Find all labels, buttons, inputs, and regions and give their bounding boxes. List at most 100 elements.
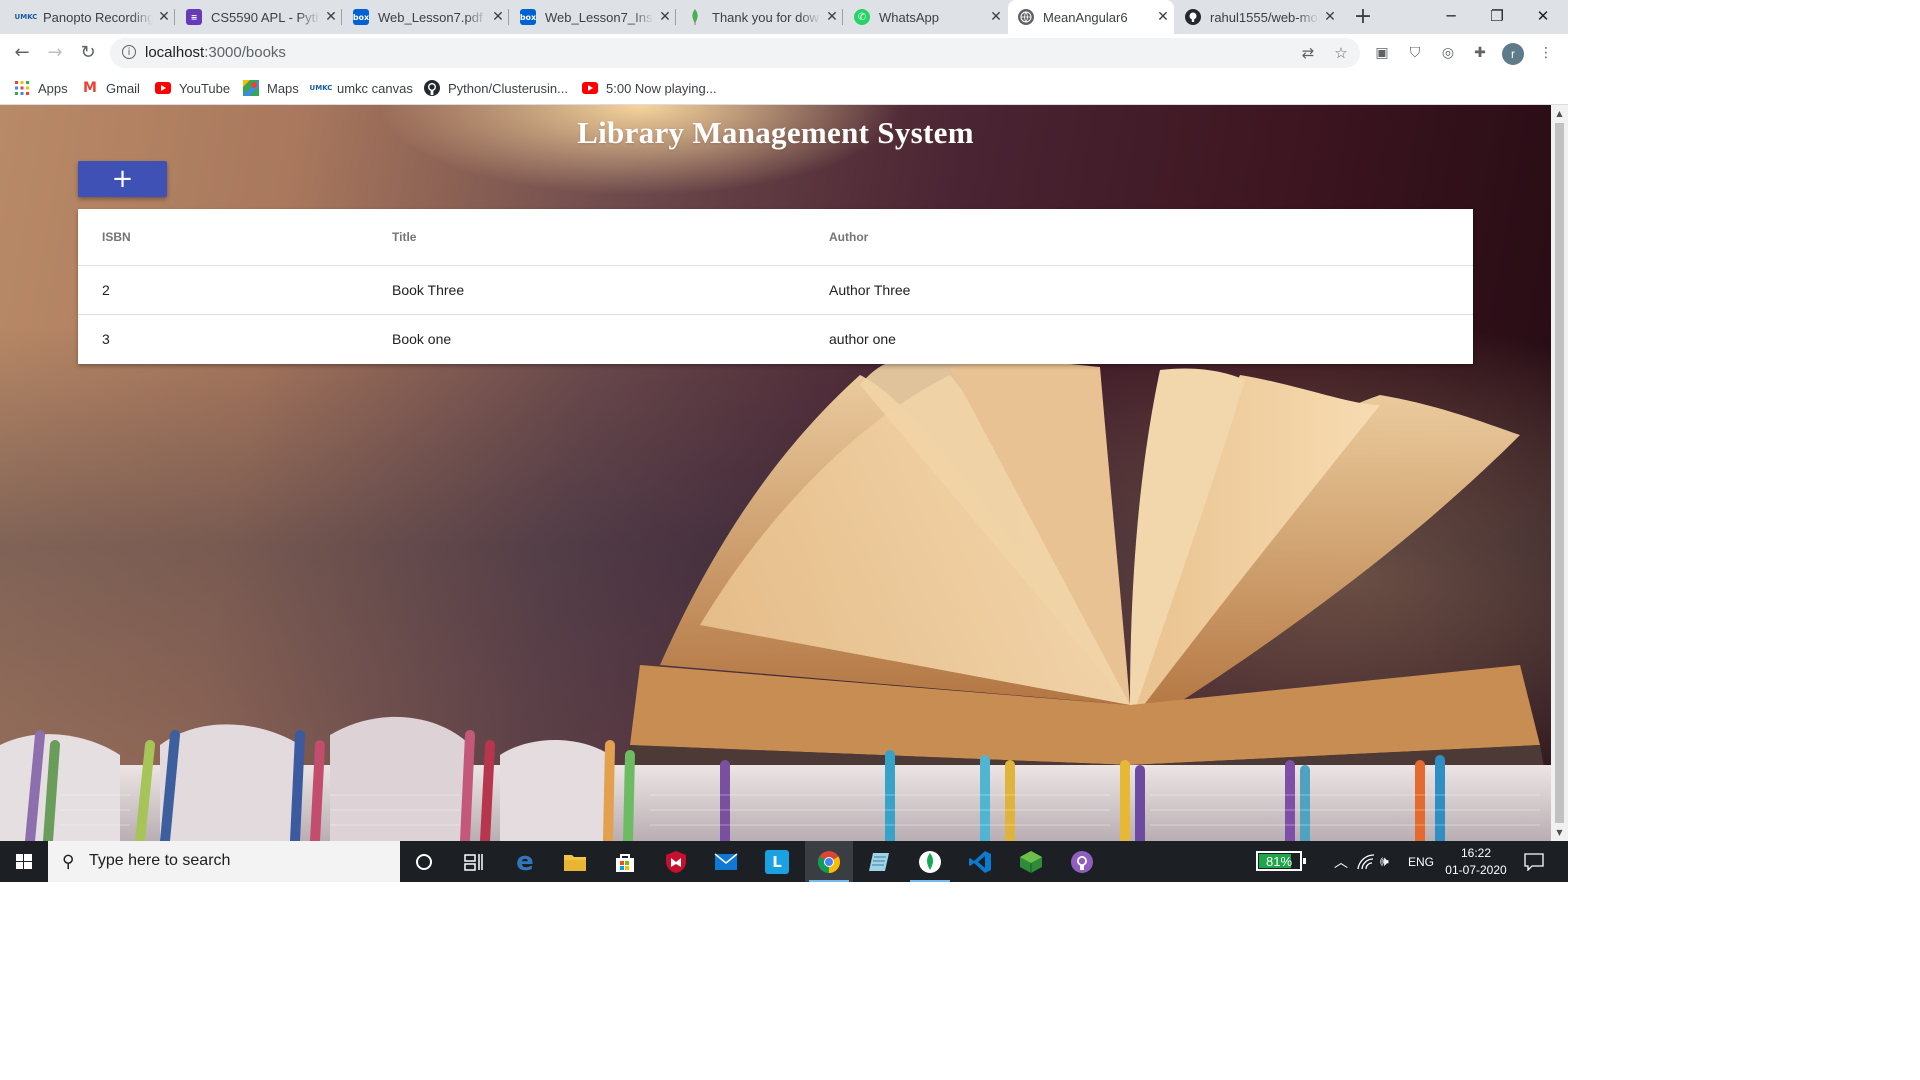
cell-isbn: 3 (102, 331, 110, 347)
url-text[interactable]: localhost:3000/books (145, 44, 286, 61)
tab-mongodb[interactable]: Thank you for dow ✕ (677, 0, 843, 34)
windows-logo-icon (16, 854, 32, 869)
cell-isbn: 2 (102, 282, 110, 298)
green-cube-icon (1020, 850, 1042, 873)
volume-speaker-icon[interactable]: 🕪 (1380, 841, 1389, 882)
close-tab-icon[interactable]: ✕ (1319, 9, 1341, 25)
page-scrollbar[interactable]: ▲ ▼ (1551, 105, 1568, 841)
bookmark-maps[interactable]: Maps (243, 78, 299, 98)
tab-cs5590[interactable]: ≡ CS5590 APL - Pyth ✕ (176, 0, 342, 34)
clock-time: 16:22 (1460, 846, 1492, 860)
close-tab-icon[interactable]: ✕ (821, 9, 843, 25)
browser-toolbar: ← → ↻ i localhost:3000/books ⇄ ☆ ▣ ⛉ ◎ ✚… (0, 34, 1568, 72)
umkc-icon: UMKC (14, 13, 38, 21)
mcafee-app[interactable] (652, 841, 700, 882)
task-view-button[interactable] (450, 841, 498, 882)
profile-avatar[interactable]: r (1502, 43, 1524, 65)
task-view-icon (464, 853, 483, 871)
action-center-notification-icon[interactable] (1524, 841, 1544, 882)
apps-grid-icon (14, 80, 30, 96)
vscode-app[interactable] (956, 841, 1004, 882)
tab-web-lesson7-pdf[interactable]: box Web_Lesson7.pdf | ✕ (343, 0, 509, 34)
add-book-button[interactable]: + (78, 161, 167, 197)
column-header-title[interactable]: Title (392, 230, 416, 244)
close-tab-icon[interactable]: ✕ (1152, 9, 1174, 25)
address-bar[interactable]: i localhost:3000/books ⇄ ☆ (110, 38, 1360, 68)
shield-icon[interactable]: ⛉ (1406, 44, 1424, 62)
column-header-isbn[interactable]: ISBN (102, 230, 131, 244)
close-tab-icon[interactable]: ✕ (985, 9, 1007, 25)
notepad-app[interactable] (855, 841, 903, 882)
forward-button[interactable]: → (40, 38, 70, 68)
edge-app[interactable]: e (501, 841, 549, 882)
bookmark-label: 5:00 Now playing... (606, 80, 717, 96)
bookmark-umkc-canvas[interactable]: UMKC umkc canvas (310, 78, 413, 98)
scroll-down-arrow-icon[interactable]: ▼ (1551, 824, 1568, 841)
scroll-up-arrow-icon[interactable]: ▲ (1551, 105, 1568, 122)
close-tab-icon[interactable]: ✕ (153, 9, 175, 25)
extension-circle-icon[interactable]: ◎ (1439, 44, 1457, 62)
bookmark-star-icon[interactable]: ☆ (1332, 44, 1350, 62)
page-viewport: Library Management System + ISBN Title A… (0, 105, 1551, 841)
extension-page-icon[interactable]: ▣ (1373, 44, 1391, 62)
close-tab-icon[interactable]: ✕ (320, 9, 342, 25)
site-info-icon[interactable]: i (122, 45, 136, 59)
table-row[interactable]: 3 Book one author one (78, 315, 1473, 364)
taskbar-search-box[interactable]: ⚲ Type here to search (48, 841, 400, 882)
bookmark-gmail[interactable]: M Gmail (82, 78, 140, 98)
close-tab-icon[interactable]: ✕ (487, 9, 509, 25)
network-wifi-icon[interactable] (1357, 841, 1375, 882)
cube-app[interactable] (1007, 841, 1055, 882)
url-path: :3000/books (204, 44, 286, 61)
search-placeholder: Type here to search (89, 852, 231, 869)
table-row[interactable]: 2 Book Three Author Three (78, 266, 1473, 315)
table-header-row: ISBN Title Author (78, 209, 1473, 266)
menu-kebab-icon[interactable]: ⋮ (1537, 44, 1555, 62)
file-explorer-app[interactable] (551, 841, 599, 882)
folder-icon (564, 854, 586, 871)
cortana-button[interactable] (400, 841, 448, 882)
extensions-puzzle-icon[interactable]: ✚ (1471, 44, 1489, 62)
battery-indicator[interactable]: 81% (1256, 851, 1306, 871)
bookmark-label: Gmail (106, 80, 140, 96)
column-header-author[interactable]: Author (829, 230, 868, 244)
back-button[interactable]: ← (7, 38, 37, 68)
tab-title: WhatsApp (879, 9, 939, 25)
cell-title: Book Three (392, 282, 465, 298)
bookmark-label: YouTube (179, 80, 231, 96)
scrollbar-thumb[interactable] (1555, 123, 1564, 823)
bookmark-youtube[interactable]: YouTube (155, 78, 230, 98)
notepad-icon (869, 852, 889, 871)
show-hidden-icons-chevron-icon[interactable]: ︿ (1333, 841, 1349, 882)
close-window-button[interactable]: ✕ (1520, 0, 1566, 34)
tab-panopto[interactable]: UMKC Panopto Recording ✕ (8, 0, 175, 34)
mcafee-shield-icon (666, 850, 686, 873)
tab-title: Web_Lesson7_Inst (545, 9, 654, 25)
start-button[interactable] (0, 841, 48, 882)
chrome-app[interactable] (805, 841, 853, 882)
lync-app[interactable]: L (753, 841, 801, 882)
system-clock[interactable]: 16:22 01-07-2020 (1438, 845, 1514, 879)
battery-nub (1303, 858, 1306, 864)
github-icon (1185, 9, 1201, 25)
close-tab-icon[interactable]: ✕ (654, 9, 676, 25)
mail-app[interactable] (702, 841, 750, 882)
whatsapp-icon: ✆ (854, 9, 870, 25)
reload-button[interactable]: ↻ (73, 38, 103, 68)
bookmark-now-playing[interactable]: 5:00 Now playing... (582, 78, 717, 98)
tab-meanangular6[interactable]: MeanAngular6 ✕ (1008, 0, 1174, 34)
tab-github[interactable]: rahul1555/web-mo ✕ (1175, 0, 1341, 34)
mongodb-compass-app[interactable] (906, 841, 954, 882)
bookmark-apps[interactable]: Apps (14, 78, 68, 98)
tab-whatsapp[interactable]: ✆ WhatsApp ✕ (844, 0, 1007, 34)
language-indicator[interactable]: ENG (1408, 841, 1434, 882)
new-tab-button[interactable]: + (1350, 3, 1376, 31)
github-desktop-app[interactable] (1058, 841, 1106, 882)
minimize-button[interactable]: ─ (1428, 0, 1474, 34)
tab-web-lesson7-inst[interactable]: box Web_Lesson7_Inst ✕ (510, 0, 676, 34)
maximize-button[interactable]: ❐ (1474, 0, 1520, 34)
store-app[interactable] (601, 841, 649, 882)
tab-title: CS5590 APL - Pyth (211, 9, 320, 25)
translate-icon[interactable]: ⇄ (1299, 44, 1317, 62)
bookmark-python-cluster[interactable]: Python/Clusterusin... (424, 78, 568, 98)
